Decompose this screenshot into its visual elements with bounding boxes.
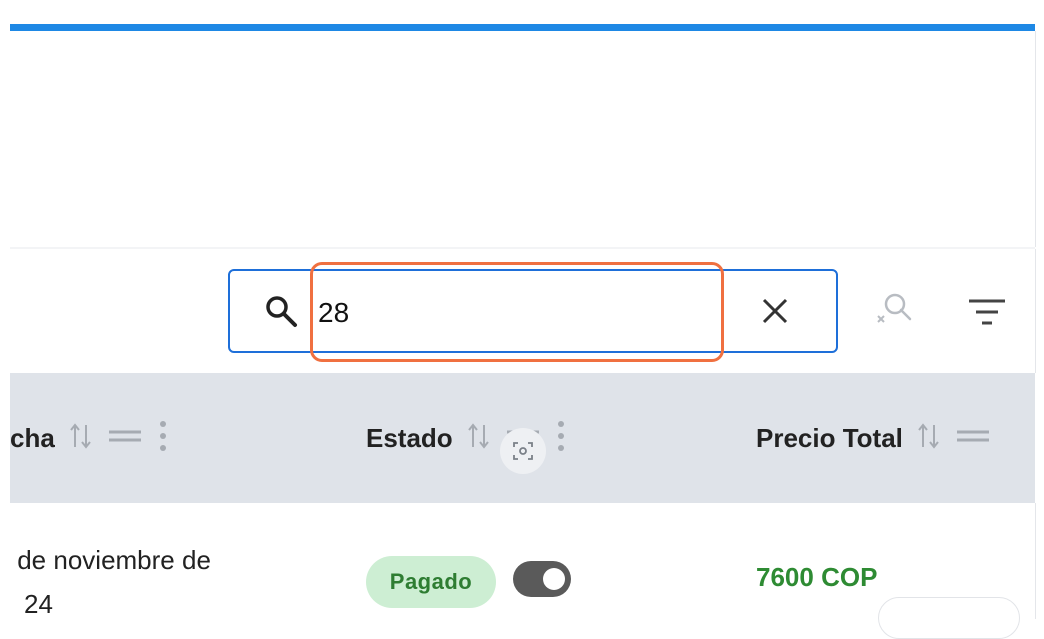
vertical-dots-icon[interactable]: [157, 419, 169, 458]
loading-progress-bar: [10, 24, 1035, 31]
filter-icon[interactable]: [966, 293, 1008, 335]
column-header-precio-total[interactable]: Precio Total: [756, 420, 991, 456]
drag-handle-icon[interactable]: [955, 421, 991, 456]
cell-fecha-line1: de noviembre de: [10, 545, 211, 575]
close-icon[interactable]: [757, 293, 793, 329]
sort-icon[interactable]: [69, 421, 93, 456]
column-label: Estado: [366, 422, 453, 453]
cell-precio-total: 7600 COP: [756, 562, 878, 592]
search-icon: [263, 293, 299, 329]
vertical-dots-icon[interactable]: [555, 419, 567, 458]
global-search-box: [228, 269, 838, 353]
floating-action-pill[interactable]: [878, 597, 1020, 639]
column-header-fecha[interactable]: cha: [10, 420, 169, 456]
column-label: cha: [10, 422, 55, 453]
drag-handle-icon[interactable]: [107, 421, 143, 456]
sort-icon[interactable]: [917, 421, 941, 456]
cell-fecha-line2: 24: [24, 589, 53, 619]
clear-filter-icon[interactable]: [873, 289, 915, 331]
search-input[interactable]: [318, 291, 698, 335]
column-label: Precio Total: [756, 422, 903, 453]
content-card: [10, 31, 1036, 247]
screen-capture-icon[interactable]: [500, 428, 546, 474]
top-bar: [10, 0, 1035, 24]
toggle-knob: [543, 568, 565, 590]
sort-icon[interactable]: [467, 421, 491, 456]
status-badge: Pagado: [366, 556, 496, 608]
paid-toggle[interactable]: [513, 561, 571, 597]
